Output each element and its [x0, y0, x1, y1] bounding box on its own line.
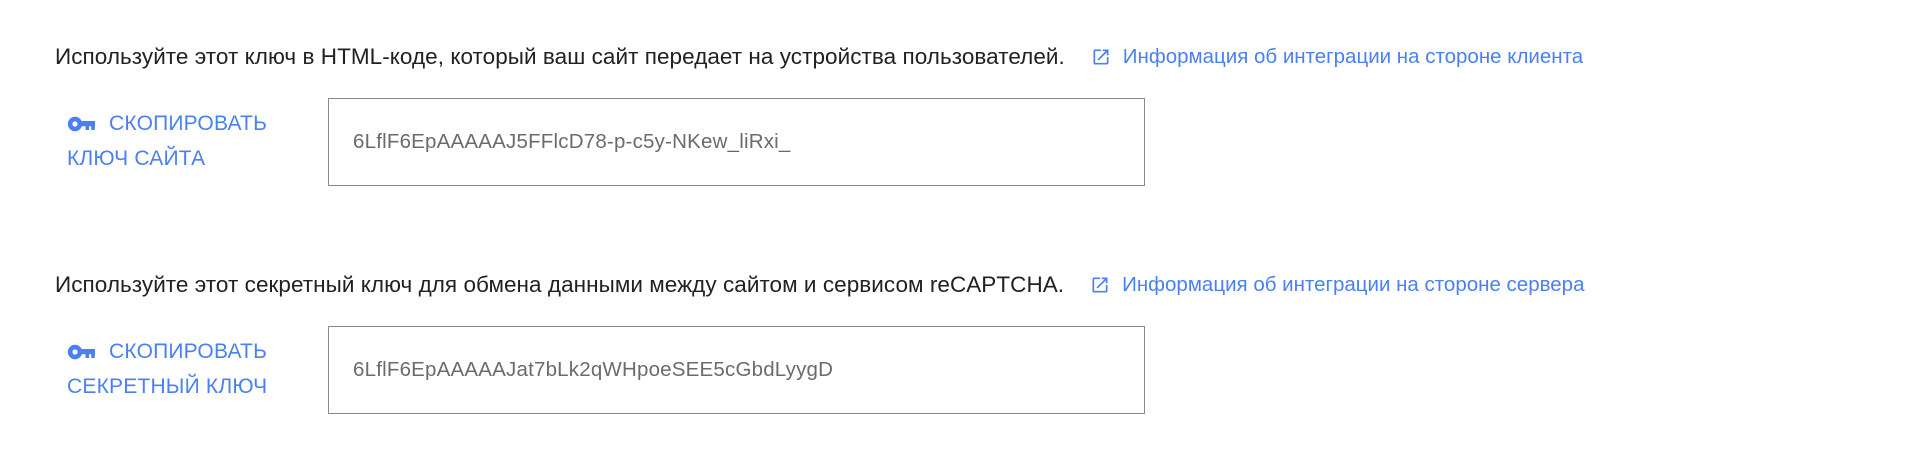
copy-secret-key-label-line1: СКОПИРОВАТЬ — [109, 340, 268, 363]
copy-site-key-label-line2: КЛЮЧ САЙТА — [67, 147, 206, 170]
copy-secret-key-button[interactable]: СКОПИРОВАТЬ СЕКРЕТНЫЙ КЛЮЧ — [67, 334, 307, 404]
open-in-new-icon — [1092, 277, 1108, 293]
recaptcha-keys-panel: Используйте этот ключ в HTML-коде, котор… — [0, 0, 1910, 460]
site-key-row: СКОПИРОВАТЬ КЛЮЧ САЙТА 6LflF6EpAAAAAJ5FF… — [55, 98, 1755, 194]
secret-key-row: СКОПИРОВАТЬ СЕКРЕТНЫЙ КЛЮЧ 6LflF6EpAAAAA… — [55, 326, 1755, 422]
key-icon — [67, 116, 95, 131]
copy-site-key-button[interactable]: СКОПИРОВАТЬ КЛЮЧ САЙТА — [67, 106, 307, 176]
site-key-field[interactable]: 6LflF6EpAAAAAJ5FFlcD78-p-c5y-NKew_liRxi_ — [328, 98, 1145, 186]
server-integration-link[interactable]: Информация об интеграции на стороне серв… — [1090, 273, 1584, 297]
site-key-description: Используйте этот ключ в HTML-коде, котор… — [55, 44, 1065, 69]
secret-key-description: Используйте этот секретный ключ для обме… — [55, 272, 1065, 297]
client-integration-link-label: Информация об интеграции на стороне клие… — [1122, 45, 1584, 68]
key-icon — [67, 344, 95, 359]
secret-key-description-row: Используйте этот секретный ключ для обме… — [55, 266, 1755, 304]
site-key-section: Используйте этот ключ в HTML-коде, котор… — [55, 38, 1755, 194]
client-integration-link[interactable]: Информация об интеграции на стороне клие… — [1091, 45, 1583, 69]
site-key-description-row: Используйте этот ключ в HTML-коде, котор… — [55, 38, 1755, 76]
secret-key-section: Используйте этот секретный ключ для обме… — [55, 266, 1755, 422]
secret-key-field[interactable]: 6LflF6EpAAAAAJat7bLk2qWHpoeSEE5cGbdLyygD — [328, 326, 1145, 414]
server-integration-link-label: Информация об интеграции на стороне серв… — [1122, 273, 1585, 296]
copy-secret-key-label-line2: СЕКРЕТНЫЙ КЛЮЧ — [67, 375, 268, 398]
open-in-new-icon — [1093, 49, 1109, 65]
copy-site-key-label-line1: СКОПИРОВАТЬ — [109, 112, 268, 135]
